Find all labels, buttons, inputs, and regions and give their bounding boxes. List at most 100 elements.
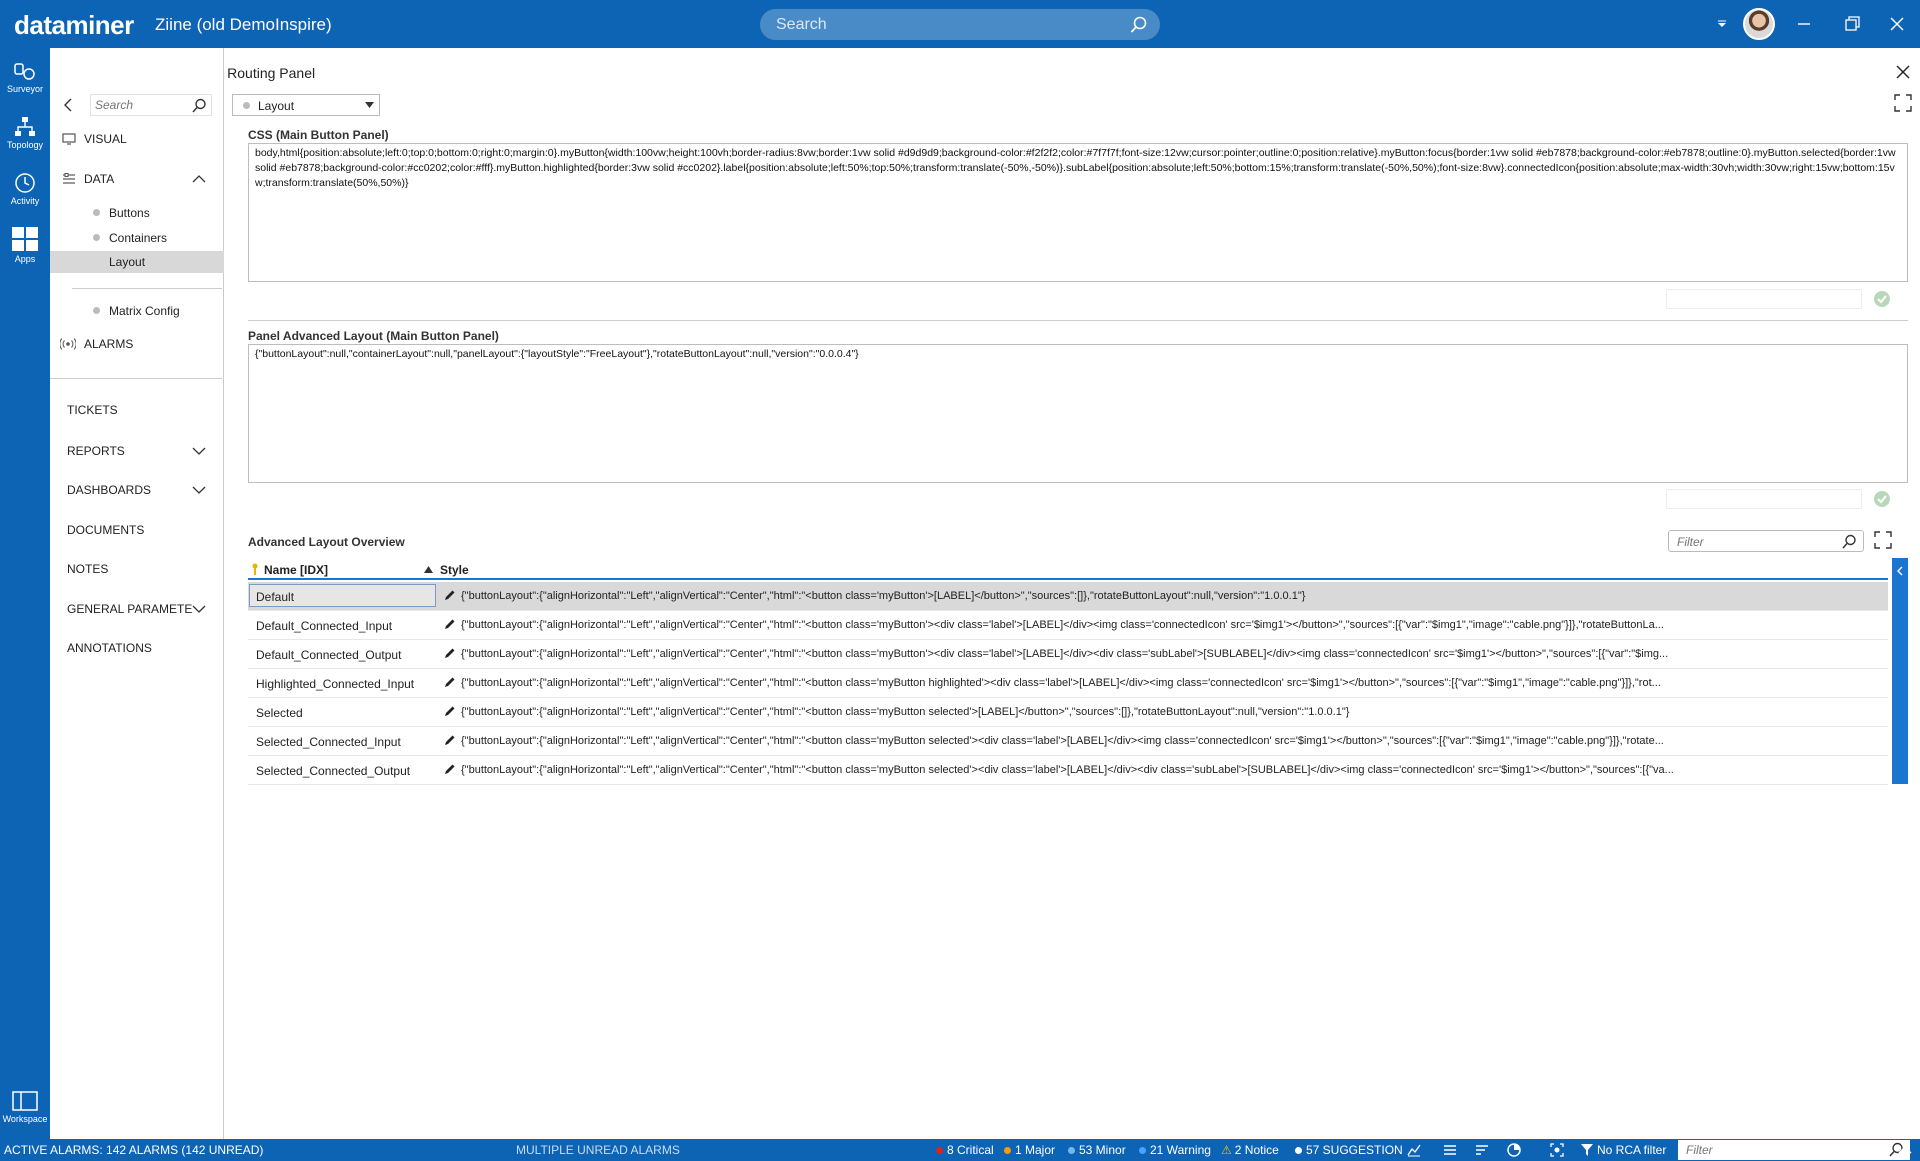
side-item-visual[interactable]: VISUAL [50, 132, 224, 152]
edit-icon[interactable] [444, 647, 456, 659]
chevron-left-icon[interactable] [62, 98, 74, 112]
edit-icon[interactable] [444, 705, 456, 717]
search-icon[interactable] [1842, 534, 1857, 549]
edit-icon[interactable] [444, 676, 456, 688]
suggestion-count[interactable]: 57 SUGGESTION [1295, 1143, 1403, 1157]
list-view-icon[interactable] [1443, 1143, 1457, 1157]
search-icon[interactable] [192, 98, 207, 113]
search-icon[interactable] [1130, 16, 1148, 34]
side-item-annotations[interactable]: ANNOTATIONS [50, 641, 224, 661]
side-label: Layout [109, 255, 146, 269]
overview-filter-input[interactable] [1677, 535, 1827, 549]
check-icon[interactable] [1874, 491, 1890, 507]
css-section-title: CSS (Main Button Panel) [248, 128, 389, 142]
activity-icon [15, 173, 35, 193]
row-style: {"buttonLayout":{"alignHorizontal":"Left… [461, 590, 1306, 602]
app-window: dataminer Ziine (old DemoInspire) Survey… [0, 0, 1920, 1161]
dropdown-icon[interactable] [1712, 14, 1732, 34]
edit-icon[interactable] [444, 618, 456, 630]
side-item-notes[interactable]: NOTES [50, 562, 224, 582]
warning-count[interactable]: 21 Warning [1139, 1143, 1211, 1157]
row-name: Selected [256, 706, 303, 720]
dataminer-logo[interactable]: dataminer [14, 10, 134, 41]
trend-icon[interactable] [1407, 1143, 1421, 1157]
row-name: Selected_Connected_Output [256, 764, 411, 778]
rail-label: Surveyor [6, 84, 43, 94]
css-editor[interactable]: body,html{position:absolute;left:0;top:0… [248, 143, 1908, 282]
fullscreen-icon[interactable] [1874, 531, 1892, 549]
sort-icon[interactable] [1475, 1143, 1489, 1157]
layout-dropdown[interactable]: Layout [232, 94, 380, 116]
minor-count[interactable]: 53 Minor [1068, 1143, 1126, 1157]
rail-topology[interactable]: Topology [0, 110, 50, 160]
side-search-input[interactable] [95, 98, 185, 112]
pie-chart-icon[interactable] [1507, 1143, 1521, 1157]
side-item-reports[interactable]: REPORTS [50, 444, 224, 464]
warning-dot [1139, 1147, 1146, 1155]
chevron-up-icon[interactable] [192, 172, 206, 186]
surveyor-icon [14, 63, 35, 80]
critical-count[interactable]: 8 Critical [936, 1143, 994, 1157]
major-count[interactable]: 1 Major [1004, 1143, 1055, 1157]
table-row[interactable]: Default_Connected_Output {"buttonLayout":… [248, 640, 1888, 669]
edit-icon[interactable] [444, 734, 456, 746]
table-row[interactable]: Default {"buttonLayout":{"alignHorizontal… [248, 582, 1888, 611]
global-search[interactable] [760, 9, 1160, 40]
check-icon[interactable] [1874, 291, 1890, 307]
global-search-input[interactable] [776, 15, 1116, 35]
side-item-general-parameters[interactable]: GENERAL PARAMETE [50, 602, 224, 622]
active-alarms-text[interactable]: ACTIVE ALARMS: 142 ALARMS (142 UNREAD) [4, 1143, 263, 1157]
rail-workspace[interactable]: Workspace [0, 1084, 50, 1134]
rail-surveyor[interactable]: Surveyor [0, 54, 50, 104]
overview-filter[interactable] [1668, 530, 1864, 552]
edit-icon[interactable] [444, 763, 456, 775]
table-row[interactable]: Highlighted_Connected_Input {"buttonLayou… [248, 669, 1888, 698]
rca-filter-text[interactable]: No RCA filter [1597, 1143, 1666, 1157]
side-item-buttons[interactable]: Buttons [50, 206, 224, 226]
focus-icon[interactable] [1550, 1143, 1564, 1157]
fullscreen-icon[interactable] [1894, 94, 1912, 112]
side-search[interactable] [90, 94, 212, 116]
edit-icon[interactable] [444, 589, 456, 601]
side-item-layout[interactable]: Layout [50, 251, 224, 273]
side-item-documents[interactable]: DOCUMENTS [50, 523, 224, 543]
chevron-down-icon[interactable] [192, 602, 206, 616]
close-window-icon[interactable] [1887, 14, 1907, 34]
side-item-dashboards[interactable]: DASHBOARDS [50, 483, 224, 503]
side-item-alarms[interactable]: ALARMS [50, 337, 224, 357]
css-status-field [1666, 289, 1862, 309]
side-item-tickets[interactable]: TICKETS [50, 403, 224, 423]
column-header-name[interactable]: Name [IDX] [264, 563, 328, 577]
chevron-down-icon[interactable] [192, 483, 206, 497]
side-label: NOTES [67, 562, 109, 576]
filter-icon[interactable] [1581, 1144, 1593, 1156]
statusbar-filter-input[interactable] [1686, 1143, 1866, 1157]
side-label: TICKETS [67, 403, 118, 417]
minimize-icon[interactable] [1794, 14, 1814, 34]
panel-layout-editor[interactable]: {"buttonLayout":null,"containerLayout":n… [248, 344, 1908, 483]
side-item-containers[interactable]: Containers [50, 231, 224, 251]
rail-label: Topology [6, 140, 44, 150]
table-row[interactable]: Selected_Connected_Output {"buttonLayout"… [248, 756, 1888, 785]
user-avatar[interactable] [1743, 8, 1775, 40]
rail-apps[interactable]: Apps [0, 220, 50, 270]
bullet-icon [93, 209, 100, 216]
side-item-matrix-config[interactable]: Matrix Config [50, 304, 224, 324]
card-side-panel: VISUAL DATA Buttons Containers Layout Ma… [50, 48, 224, 1139]
rail-activity[interactable]: Activity [0, 166, 50, 216]
row-style: {"buttonLayout":{"alignHorizontal":"Left… [461, 648, 1669, 660]
table-row[interactable]: Selected {"buttonLayout":{"alignHorizonta… [248, 698, 1888, 727]
side-label: GENERAL PARAMETE [67, 602, 193, 616]
notice-count[interactable]: ⚠ 2 Notice [1221, 1143, 1279, 1157]
table-row[interactable]: Selected_Connected_Input {"buttonLayout":… [248, 727, 1888, 756]
side-item-data[interactable]: DATA [50, 172, 224, 192]
close-card-icon[interactable] [1896, 65, 1910, 79]
side-drawer-handle[interactable] [1892, 558, 1908, 784]
chevron-up-icon[interactable] [1898, 1144, 1912, 1156]
chevron-down-icon[interactable] [192, 444, 206, 458]
column-header-style[interactable]: Style [440, 563, 469, 577]
restore-icon[interactable] [1842, 14, 1862, 34]
statusbar-filter[interactable] [1678, 1140, 1910, 1160]
sort-asc-icon[interactable] [424, 566, 433, 573]
table-row[interactable]: Default_Connected_Input {"buttonLayout":{… [248, 611, 1888, 640]
